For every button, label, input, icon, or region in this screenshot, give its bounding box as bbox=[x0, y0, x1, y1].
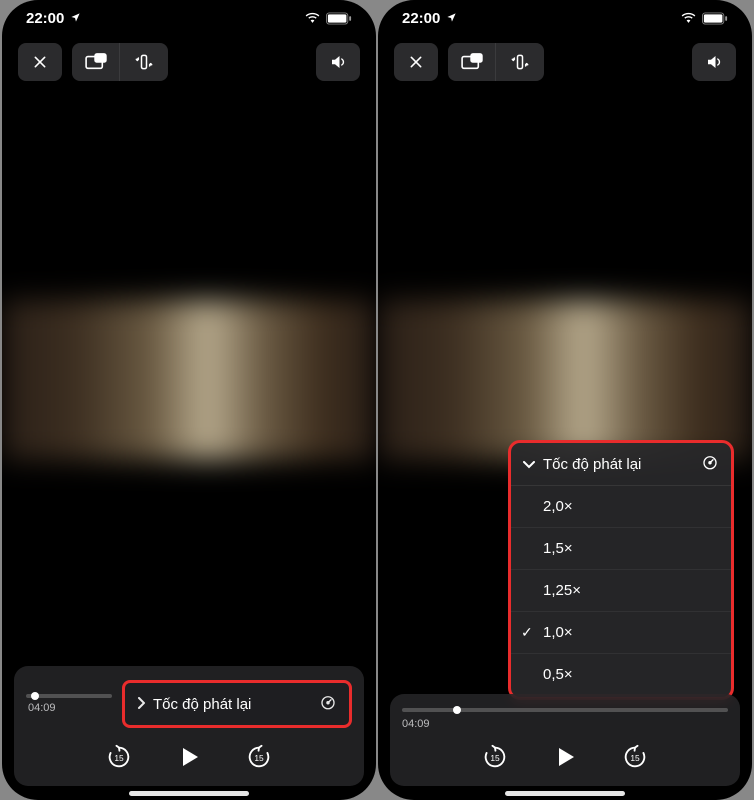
rotate-button[interactable] bbox=[120, 43, 168, 81]
wifi-icon bbox=[304, 12, 321, 25]
pip-button[interactable] bbox=[448, 43, 496, 81]
transport-controls: 15 15 bbox=[400, 730, 730, 774]
rewind-15-button[interactable]: 15 bbox=[102, 740, 136, 774]
location-icon bbox=[70, 12, 81, 26]
view-mode-group bbox=[448, 43, 544, 81]
phone-screen-left: 22:00 bbox=[2, 0, 376, 800]
timecode-label: 04:09 bbox=[26, 702, 112, 714]
view-mode-group bbox=[72, 43, 168, 81]
home-indicator[interactable] bbox=[129, 791, 249, 796]
playback-speed-label: Tốc độ phát lại bbox=[153, 696, 311, 713]
status-time: 22:00 bbox=[402, 10, 440, 27]
speed-option[interactable]: 1,25× bbox=[511, 570, 731, 612]
chevron-right-icon bbox=[137, 697, 145, 712]
speed-option[interactable]: 1,5× bbox=[511, 528, 731, 570]
volume-button[interactable] bbox=[316, 43, 360, 81]
pip-button[interactable] bbox=[72, 43, 120, 81]
speed-option-label: 1,5× bbox=[543, 540, 573, 557]
status-time: 22:00 bbox=[26, 10, 64, 27]
speedometer-icon bbox=[319, 693, 337, 715]
battery-icon bbox=[702, 12, 728, 25]
speedometer-icon bbox=[701, 453, 719, 475]
player-controls: 04:09 Tốc độ phát lại 15 bbox=[14, 666, 364, 786]
svg-text:15: 15 bbox=[490, 753, 500, 763]
playback-speed-pill[interactable]: Tốc độ phát lại bbox=[122, 680, 352, 728]
speed-option-label: 1,25× bbox=[543, 582, 581, 599]
video-frame[interactable] bbox=[378, 300, 752, 460]
phone-screen-right: 22:00 bbox=[378, 0, 752, 800]
timecode-label: 04:09 bbox=[400, 718, 730, 730]
video-frame[interactable] bbox=[2, 300, 376, 460]
playback-speed-menu-title: Tốc độ phát lại bbox=[543, 456, 693, 473]
rewind-15-button[interactable]: 15 bbox=[478, 740, 512, 774]
speed-option[interactable]: 0,5× bbox=[511, 654, 731, 695]
progress-slider[interactable] bbox=[402, 708, 728, 712]
volume-button[interactable] bbox=[692, 43, 736, 81]
svg-text:15: 15 bbox=[630, 753, 640, 763]
wifi-icon bbox=[680, 12, 697, 25]
speed-option[interactable]: 2,0× bbox=[511, 486, 731, 528]
svg-text:15: 15 bbox=[114, 753, 124, 763]
speed-option-label: 2,0× bbox=[543, 498, 573, 515]
forward-15-button[interactable]: 15 bbox=[242, 740, 276, 774]
status-bar: 22:00 bbox=[378, 0, 752, 33]
chevron-down-icon bbox=[523, 456, 535, 473]
check-icon: ✓ bbox=[521, 624, 533, 641]
play-button[interactable] bbox=[548, 740, 582, 774]
playback-speed-menu-header[interactable]: Tốc độ phát lại bbox=[511, 443, 731, 486]
speed-option-label: 0,5× bbox=[543, 666, 573, 683]
playback-speed-menu: Tốc độ phát lại 2,0× 1,5× 1,25× ✓ 1,0× 0,5× bbox=[508, 440, 734, 700]
close-button[interactable] bbox=[18, 43, 62, 81]
status-bar: 22:00 bbox=[2, 0, 376, 33]
svg-text:15: 15 bbox=[254, 753, 264, 763]
battery-icon bbox=[326, 12, 352, 25]
rotate-button[interactable] bbox=[496, 43, 544, 81]
close-button[interactable] bbox=[394, 43, 438, 81]
speed-option-label: 1,0× bbox=[543, 624, 573, 641]
speed-option[interactable]: ✓ 1,0× bbox=[511, 612, 731, 654]
play-button[interactable] bbox=[172, 740, 206, 774]
progress-slider[interactable] bbox=[26, 694, 112, 698]
top-controls bbox=[378, 33, 752, 91]
home-indicator[interactable] bbox=[505, 791, 625, 796]
forward-15-button[interactable]: 15 bbox=[618, 740, 652, 774]
transport-controls: 15 15 bbox=[24, 730, 354, 774]
location-icon bbox=[446, 12, 457, 26]
top-controls bbox=[2, 33, 376, 91]
player-controls: 04:09 15 15 bbox=[390, 694, 740, 786]
